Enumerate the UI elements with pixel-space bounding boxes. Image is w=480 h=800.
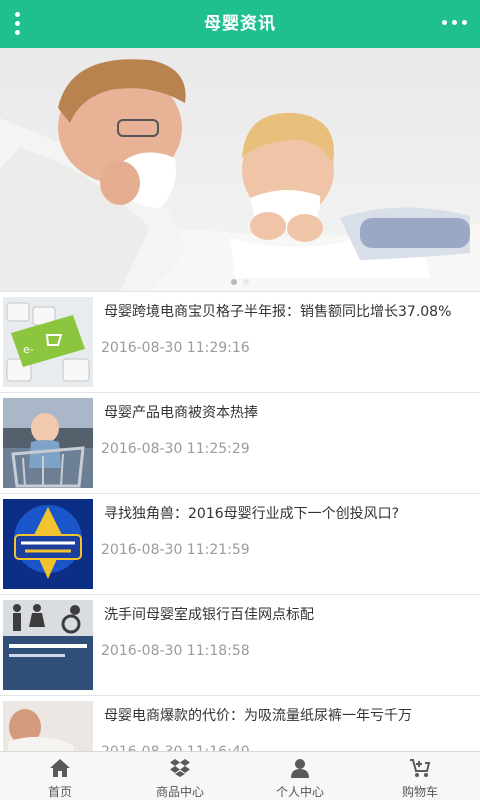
nav-cart[interactable]: 购物车 xyxy=(360,752,480,800)
list-item[interactable]: 母婴产品电商被资本热捧 2016-08-30 11:25:29 xyxy=(0,392,480,493)
article-title: 母婴产品电商被资本热捧 xyxy=(104,405,258,421)
article-title: 洗手间母婴室成银行百佳网点标配 xyxy=(104,607,314,623)
user-icon xyxy=(291,759,309,778)
article-title: 母婴跨境电商宝贝格子半年报：销售额同比增长37.08% xyxy=(104,304,452,320)
article-thumbnail: e- xyxy=(3,297,93,387)
list-item[interactable]: 洗手间母婴室成银行百佳网点标配 2016-08-30 11:18:58 xyxy=(0,594,480,695)
list-item[interactable]: 寻找独角兽：2016母婴行业成下一个创投风口? 2016-08-30 11:21… xyxy=(0,493,480,594)
list-item[interactable]: e- 母婴跨境电商宝贝格子半年报：销售额同比增长37.08% 2016-08-3… xyxy=(0,291,480,392)
banner-carousel[interactable] xyxy=(0,48,480,291)
carousel-dot[interactable] xyxy=(243,279,249,285)
svg-text:e-: e- xyxy=(23,343,34,356)
article-title: 寻找独角兽：2016母婴行业成下一个创投风口? xyxy=(104,506,400,522)
nav-home[interactable]: 首页 xyxy=(0,752,120,800)
article-time: 2016-08-30 11:25:29 xyxy=(101,441,250,457)
nav-label: 购物车 xyxy=(401,785,438,799)
article-time: 2016-08-30 11:29:16 xyxy=(101,340,250,356)
horizontal-dots-icon[interactable] xyxy=(440,12,470,34)
article-thumbnail xyxy=(3,701,93,751)
article-thumbnail xyxy=(3,398,93,488)
nav-label: 商品中心 xyxy=(155,785,204,799)
bottom-nav: 首页 商品中心 个人中心 购物车 xyxy=(0,751,480,800)
article-time: 2016-08-30 11:16:40 xyxy=(101,742,250,751)
home-icon xyxy=(50,759,70,777)
carousel-dot[interactable] xyxy=(231,279,237,285)
carousel-indicator xyxy=(0,270,480,285)
dropbox-icon xyxy=(170,759,190,777)
cart-icon xyxy=(410,759,431,777)
article-title: 母婴电商爆款的代价：为吸流量纸尿裤一年亏千万 xyxy=(104,708,412,724)
article-time: 2016-08-30 11:21:59 xyxy=(101,542,250,558)
article-time: 2016-08-30 11:18:58 xyxy=(101,643,250,659)
nav-profile[interactable]: 个人中心 xyxy=(240,752,360,800)
page-title: 母婴资讯 xyxy=(204,14,276,34)
nav-products[interactable]: 商品中心 xyxy=(120,752,240,800)
list-item[interactable]: 母婴电商爆款的代价：为吸流量纸尿裤一年亏千万 2016-08-30 11:16:… xyxy=(0,695,480,751)
app-screen: 母婴资讯 e- 母婴跨境电商宝贝格子半年报：销售额同比增长37.08% 2016… xyxy=(0,0,480,800)
banner-image xyxy=(0,48,480,291)
article-thumbnail xyxy=(3,600,93,690)
article-list: e- 母婴跨境电商宝贝格子半年报：销售额同比增长37.08% 2016-08-3… xyxy=(0,291,480,751)
top-bar: 母婴资讯 xyxy=(0,0,480,48)
nav-label: 首页 xyxy=(47,785,72,799)
nav-label: 个人中心 xyxy=(275,785,324,799)
article-thumbnail xyxy=(3,499,93,589)
